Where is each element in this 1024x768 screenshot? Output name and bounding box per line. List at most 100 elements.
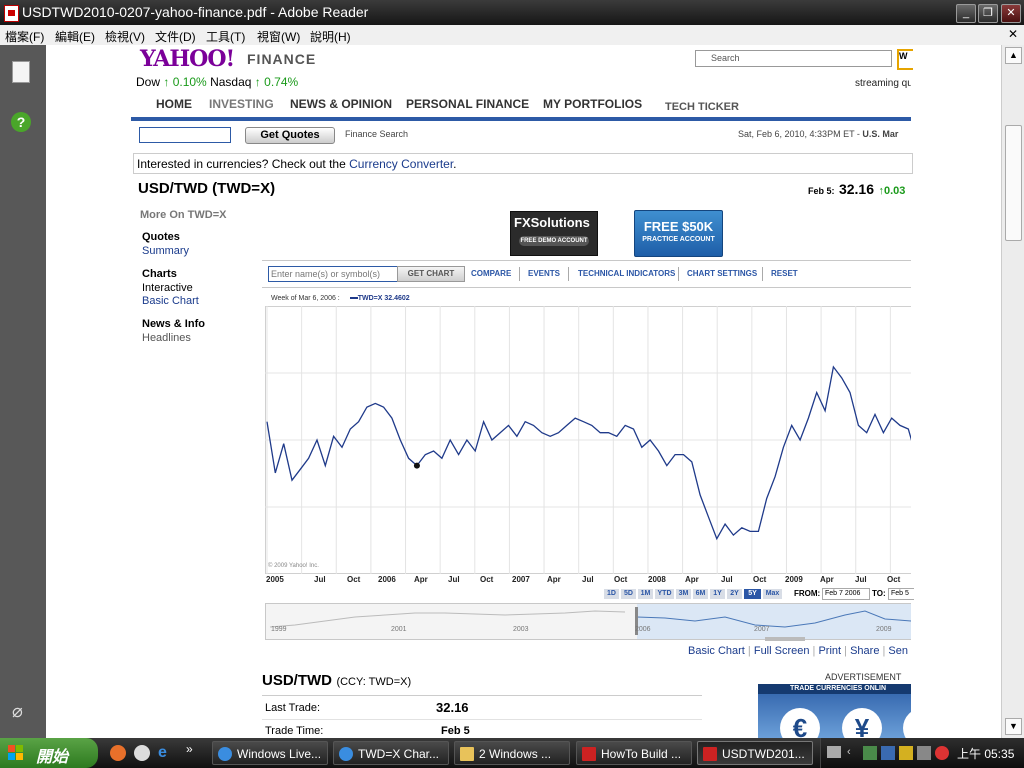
- site-search-input[interactable]: Search: [695, 50, 892, 67]
- get-chart-button[interactable]: GET CHART: [397, 266, 465, 282]
- headlines-link[interactable]: Headlines: [142, 332, 191, 344]
- send-link[interactable]: Sen: [888, 645, 908, 657]
- finance-search-link[interactable]: Finance Search: [345, 129, 408, 139]
- quicklaunch-ie-icon[interactable]: e: [158, 744, 167, 762]
- compare-button[interactable]: COMPARE: [471, 269, 511, 278]
- nav-tech-ticker[interactable]: TECH TICKER: [665, 101, 739, 113]
- basic-chart-bottom-link[interactable]: Basic Chart: [688, 645, 745, 657]
- fxsolutions-ad[interactable]: FXSolutions FREE DEMO ACCOUNT: [510, 211, 598, 256]
- yahoo-logo[interactable]: YAHOO!: [140, 46, 235, 72]
- scroll-up-button[interactable]: ▲: [1005, 47, 1022, 64]
- share-link[interactable]: Share: [850, 645, 879, 657]
- quote-header: Feb 5: 32.16 ↑0.03: [808, 181, 911, 199]
- quote-price: 32.16: [838, 181, 875, 197]
- menu-window[interactable]: 視窗(W): [257, 28, 300, 45]
- menu-document[interactable]: 文件(D): [155, 28, 196, 45]
- overview-navigator[interactable]: [265, 603, 911, 641]
- range-5y-button[interactable]: 5Y: [744, 589, 761, 599]
- close-button[interactable]: ✕: [1001, 4, 1021, 23]
- volume-icon[interactable]: [917, 746, 931, 760]
- task-label: USDTWD201...: [722, 747, 805, 761]
- nav-news-opinion[interactable]: NEWS & OPINION: [290, 97, 392, 111]
- price-chart[interactable]: [265, 306, 911, 574]
- navigator-scroll-handle[interactable]: [765, 637, 805, 641]
- nasdaq-label[interactable]: Nasdaq: [210, 75, 251, 89]
- task-windows-group[interactable]: 2 Windows ...: [454, 741, 570, 765]
- task-label: TWD=X Char...: [358, 747, 440, 761]
- menu-file[interactable]: 檔案(F): [5, 28, 44, 45]
- reset-button[interactable]: RESET: [771, 269, 798, 278]
- x-tick-label: Oct: [347, 575, 361, 584]
- scroll-thumb[interactable]: [1005, 125, 1022, 241]
- range-max-button[interactable]: Max: [763, 589, 782, 599]
- network-icon[interactable]: [863, 746, 877, 760]
- currency-ad[interactable]: TRADE CURRENCIES ONLIN € ¥: [758, 684, 911, 738]
- events-button[interactable]: EVENTS: [528, 269, 560, 278]
- quicklaunch-messenger-icon[interactable]: [134, 745, 150, 761]
- task-usdtwd-pdf[interactable]: USDTWD201...: [697, 741, 813, 765]
- web-search-button[interactable]: W: [897, 49, 913, 70]
- summary-link[interactable]: Summary: [142, 245, 189, 257]
- task-twd-chart[interactable]: TWD=X Char...: [333, 741, 449, 765]
- menu-tools[interactable]: 工具(T): [206, 28, 245, 45]
- technical-indicators-button[interactable]: TECHNICAL INDICATORS: [578, 269, 675, 278]
- windows-logo-icon: [8, 745, 24, 761]
- print-link[interactable]: Print: [818, 645, 841, 657]
- keyboard-icon[interactable]: [827, 746, 841, 758]
- get-quotes-button[interactable]: Get Quotes: [245, 127, 335, 144]
- menu-help[interactable]: 說明(H): [310, 28, 351, 45]
- quote-symbol-input[interactable]: [139, 127, 231, 143]
- close-document-icon[interactable]: ✕: [1008, 27, 1018, 41]
- range-1y-button[interactable]: 1Y: [710, 589, 725, 599]
- x-tick-label: 2008: [648, 575, 666, 584]
- quicklaunch-more-icon[interactable]: »: [186, 742, 193, 756]
- task-windows-live[interactable]: Windows Live...: [212, 741, 328, 765]
- to-date-input[interactable]: Feb 5: [888, 588, 914, 600]
- free-practice-ad[interactable]: FREE $50K PRACTICE ACCOUNT: [634, 210, 723, 257]
- menu-view[interactable]: 檢視(V): [105, 28, 145, 45]
- menu-edit[interactable]: 編輯(E): [55, 28, 95, 45]
- help-icon[interactable]: ?: [11, 112, 31, 132]
- range-1d-button[interactable]: 1D: [604, 589, 619, 599]
- range-6m-button[interactable]: 6M: [693, 589, 708, 599]
- from-date-input[interactable]: Feb 7 2006: [822, 588, 870, 600]
- clock[interactable]: 上午 05:35: [957, 745, 1014, 762]
- task-label: 2 Windows ...: [479, 747, 552, 761]
- x-tick-label: 2005: [266, 575, 284, 584]
- attachment-icon[interactable]: ⌀: [12, 701, 32, 721]
- streaming-quotes-link[interactable]: streaming qu: [855, 78, 911, 89]
- range-ytd-button[interactable]: YTD: [655, 589, 674, 599]
- tray-expand-icon[interactable]: ‹: [847, 746, 851, 758]
- site-search-placeholder: Search: [711, 53, 740, 63]
- pages-icon[interactable]: [12, 61, 30, 83]
- nav-personal-finance[interactable]: PERSONAL FINANCE: [406, 97, 529, 111]
- nav-my-portfolios[interactable]: MY PORTFOLIOS: [543, 97, 642, 111]
- range-3m-button[interactable]: 3M: [676, 589, 691, 599]
- series-swatch: [349, 297, 358, 300]
- security-icon[interactable]: [899, 746, 913, 760]
- minimize-button[interactable]: _: [956, 4, 976, 23]
- scroll-down-button[interactable]: ▼: [1005, 718, 1022, 735]
- nav-investing[interactable]: INVESTING: [209, 97, 274, 111]
- quicklaunch-firefox-icon[interactable]: [110, 745, 126, 761]
- currency-converter-link[interactable]: Currency Converter: [349, 157, 453, 171]
- dow-label[interactable]: Dow: [136, 75, 160, 89]
- coin-icon: [903, 708, 911, 738]
- restore-button[interactable]: ❐: [978, 4, 998, 23]
- range-1m-button[interactable]: 1M: [638, 589, 653, 599]
- messenger-tray-icon[interactable]: [881, 746, 895, 760]
- start-button[interactable]: 開始: [0, 738, 98, 768]
- range-2y-button[interactable]: 2Y: [727, 589, 742, 599]
- antivirus-icon[interactable]: [935, 746, 949, 760]
- nav-home[interactable]: HOME: [156, 97, 192, 111]
- chart-settings-button[interactable]: CHART SETTINGS: [687, 269, 757, 278]
- basic-chart-link[interactable]: Basic Chart: [142, 295, 199, 307]
- task-howto-build[interactable]: HowTo Build ...: [576, 741, 692, 765]
- navigator-selection[interactable]: [637, 604, 911, 639]
- chart-symbol-input[interactable]: Enter name(s) or symbol(s): [268, 266, 400, 282]
- full-screen-link[interactable]: Full Screen: [754, 645, 810, 657]
- x-tick-label: Apr: [685, 575, 699, 584]
- vertical-scrollbar[interactable]: ▲ ▼: [1001, 45, 1024, 738]
- currency-end: .: [453, 157, 457, 171]
- range-5d-button[interactable]: 5D: [621, 589, 636, 599]
